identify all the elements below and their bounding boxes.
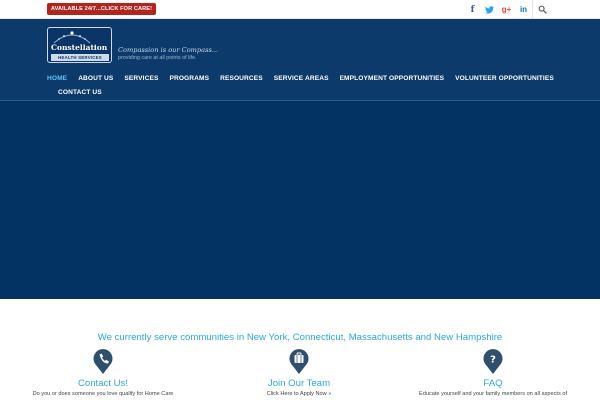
nav-resources[interactable]: RESOURCES — [220, 75, 263, 82]
facebook-icon[interactable]: f — [464, 0, 481, 19]
nav-employment-opportunities[interactable]: EMPLOYMENT OPPORTUNITIES — [340, 75, 445, 82]
service-area-heading: We currently serve communities in New Yo… — [97, 332, 503, 343]
nav-service-areas[interactable]: SERVICE AREAS — [274, 75, 329, 82]
hero-divider — [0, 100, 600, 101]
feature-title: FAQ — [483, 378, 503, 389]
search-button[interactable] — [532, 0, 552, 19]
main-nav: HOME ABOUT US SERVICES PROGRAMS RESOURCE… — [47, 71, 567, 99]
linkedin-icon[interactable]: in — [515, 0, 532, 19]
tagline-main: Compassion is our Compass... — [118, 46, 219, 54]
feature-text: Educate yourself and your family members… — [419, 391, 567, 397]
star-arc-icon — [53, 31, 91, 44]
briefcase-icon — [289, 349, 309, 374]
search-icon — [538, 5, 547, 14]
nav-services[interactable]: SERVICES — [124, 75, 158, 82]
brand-subtitle: HEALTH SERVICES — [51, 54, 109, 61]
tagline: Compassion is our Compass... providing c… — [118, 46, 218, 61]
svg-text:?: ? — [490, 355, 496, 366]
social-links: f g+ in — [464, 0, 532, 19]
tagline-sub: providing care at all points of life. — [118, 55, 197, 61]
available-care-button[interactable]: AVAILABLE 24/7...CLICK FOR CARE! — [47, 3, 156, 15]
brand-name: Constellation — [51, 43, 108, 52]
feature-link[interactable]: Click Here to Apply Now » — [219, 391, 379, 397]
feature-join-team[interactable]: Join Our Team Click Here to Apply Now » — [219, 348, 379, 397]
feature-faq[interactable]: ? FAQ Educate yourself and your family m… — [413, 348, 573, 397]
feature-text: Do you or does someone you love qualify … — [32, 391, 174, 397]
feature-title: Join Our Team — [267, 378, 331, 389]
feature-title: Contact Us! — [77, 378, 129, 389]
question-icon: ? — [483, 349, 503, 374]
phone-icon — [93, 349, 113, 374]
nav-contact-us[interactable]: CONTACT US — [58, 89, 102, 96]
twitter-icon[interactable] — [481, 0, 498, 19]
site-header: Constellation HEALTH SERVICES Compassion… — [0, 19, 600, 100]
nav-about-us[interactable]: ABOUT US — [78, 75, 113, 82]
nav-volunteer-opportunities[interactable]: VOLUNTEER OPPORTUNITIES — [455, 75, 554, 82]
site-logo[interactable]: Constellation HEALTH SERVICES — [47, 27, 112, 63]
nav-home[interactable]: HOME — [47, 75, 67, 82]
hero-banner — [0, 100, 600, 299]
top-utility-bar: AVAILABLE 24/7...CLICK FOR CARE! f g+ in — [0, 0, 600, 19]
feature-contact[interactable]: Contact Us! Do you or does someone you l… — [23, 348, 183, 397]
google-plus-icon[interactable]: g+ — [498, 0, 515, 19]
nav-programs[interactable]: PROGRAMS — [169, 75, 209, 82]
